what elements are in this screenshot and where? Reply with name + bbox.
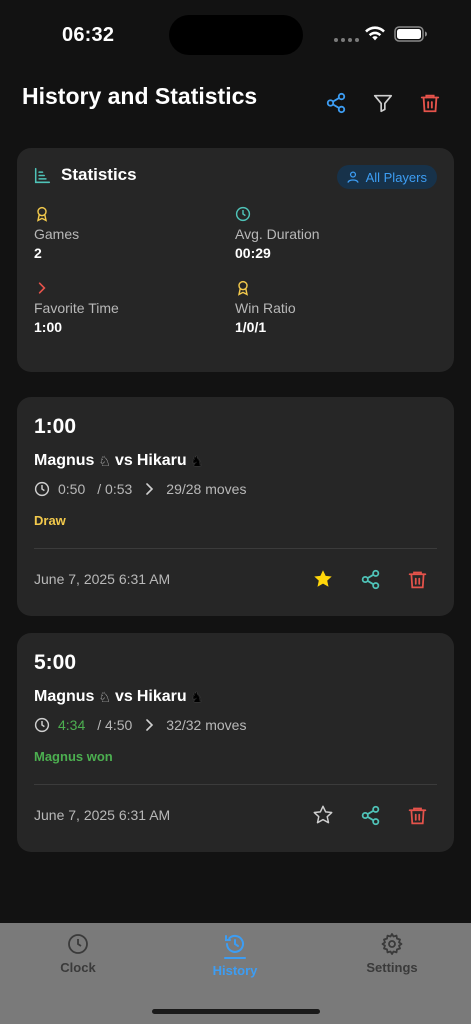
game-time-control: 5:00 — [34, 651, 77, 674]
tab-active-indicator — [224, 957, 246, 959]
white-player-name: Magnus — [34, 452, 95, 469]
versus-label: vs — [115, 452, 133, 469]
chevron-right-icon — [146, 483, 154, 495]
versus-label: vs — [115, 688, 133, 705]
stat-favorite-time-value: 1:00 — [34, 319, 63, 335]
trash-icon — [420, 94, 440, 113]
chart-icon — [34, 167, 51, 183]
person-icon — [347, 171, 359, 183]
game-result: Magnus won — [34, 749, 113, 764]
game-date: June 7, 2025 6:31 AM — [34, 571, 171, 587]
filter-button[interactable] — [368, 88, 398, 118]
stat-win-ratio-label: Win Ratio — [235, 300, 296, 316]
battery-icon — [394, 26, 427, 42]
player-filter-label: All Players — [365, 169, 427, 185]
stat-win-ratio-value: 1/0/1 — [235, 319, 267, 335]
statistics-title: Statistics — [61, 165, 137, 184]
stat-favorite-time: Favorite Time 1:00 — [34, 280, 224, 335]
tab-clock-label: Clock — [60, 960, 96, 975]
chevron-right-icon — [38, 282, 46, 294]
white-remaining-time: 4:34 — [58, 717, 86, 733]
clock-icon — [235, 206, 251, 222]
home-indicator — [152, 1009, 320, 1014]
page-title: History and Statistics — [22, 83, 258, 109]
statistics-card: Statistics All Players Games 2 Avg. Dura… — [17, 148, 454, 372]
clock-icon — [34, 717, 50, 733]
tab-history-label: History — [212, 963, 258, 978]
stat-games: Games 2 — [34, 206, 224, 261]
game-time-control: 1:00 — [34, 415, 77, 438]
tab-settings[interactable]: Settings — [337, 932, 447, 975]
statistics-header: Statistics — [34, 165, 137, 185]
share-history-button[interactable] — [321, 88, 351, 118]
wifi-icon — [365, 26, 385, 41]
share-icon — [361, 805, 379, 825]
stat-favorite-time-label: Favorite Time — [34, 300, 119, 316]
black-knight-icon: ♞ — [190, 688, 204, 705]
history-icon — [225, 934, 244, 953]
status-bar: 06:32 — [0, 0, 471, 70]
game-players: Magnus ♘ vs Hikaru ♞ — [34, 688, 203, 706]
black-player-name: Hikaru — [136, 452, 187, 469]
move-count: 32/32 moves — [166, 717, 247, 733]
game-card[interactable]: 1:00 Magnus ♘ vs Hikaru ♞ 0:50 / 0:53 29… — [17, 397, 454, 616]
delete-all-button[interactable] — [415, 88, 445, 118]
filter-icon — [373, 94, 393, 113]
black-player-name: Hikaru — [136, 688, 187, 705]
cellular-signal-icon — [334, 38, 359, 42]
white-remaining-time: 0:50 — [58, 481, 86, 497]
chevron-right-icon — [146, 719, 154, 731]
tab-clock[interactable]: Clock — [23, 932, 133, 975]
game-meta: 0:50 / 0:53 29/28 moves — [34, 481, 246, 497]
game-card[interactable]: 5:00 Magnus ♘ vs Hikaru ♞ 4:34 / 4:50 32… — [17, 633, 454, 852]
stat-duration: Avg. Duration 00:29 — [235, 206, 425, 261]
white-knight-icon: ♘ — [98, 688, 112, 705]
favorite-button[interactable] — [311, 803, 335, 827]
stat-games-label: Games — [34, 226, 80, 242]
game-result: Draw — [34, 513, 66, 528]
game-date: June 7, 2025 6:31 AM — [34, 807, 171, 823]
black-knight-icon: ♞ — [190, 452, 204, 469]
stat-win-ratio: Win Ratio 1/0/1 — [235, 280, 425, 335]
white-player-name: Magnus — [34, 688, 95, 705]
status-time: 06:32 — [62, 24, 115, 46]
share-icon — [326, 92, 346, 114]
medal-icon — [237, 280, 249, 296]
move-count: 29/28 moves — [166, 481, 247, 497]
stat-duration-value: 00:29 — [235, 245, 271, 261]
gear-icon — [381, 933, 403, 955]
divider — [34, 548, 437, 549]
clock-icon — [68, 934, 88, 954]
white-knight-icon: ♘ — [98, 452, 112, 469]
stat-duration-label: Avg. Duration — [235, 226, 320, 242]
black-remaining-time: / 4:50 — [97, 717, 133, 733]
tab-history[interactable]: History — [180, 932, 290, 978]
clock-icon — [34, 481, 50, 497]
share-game-button[interactable] — [358, 803, 382, 827]
share-game-button[interactable] — [358, 567, 382, 591]
medal-icon — [36, 206, 48, 222]
delete-game-button[interactable] — [405, 803, 429, 827]
trash-icon — [408, 571, 426, 588]
delete-game-button[interactable] — [405, 567, 429, 591]
star-outline-icon — [313, 805, 333, 824]
share-icon — [361, 569, 379, 589]
dynamic-island — [169, 15, 303, 55]
trash-icon — [408, 807, 426, 824]
tab-settings-label: Settings — [366, 960, 418, 975]
game-meta: 4:34 / 4:50 32/32 moves — [34, 717, 246, 733]
favorite-button[interactable] — [311, 567, 335, 591]
player-filter-button[interactable]: All Players — [336, 165, 437, 189]
star-filled-icon — [314, 570, 332, 587]
black-remaining-time: / 0:53 — [97, 481, 133, 497]
stat-games-value: 2 — [34, 245, 42, 261]
game-players: Magnus ♘ vs Hikaru ♞ — [34, 452, 203, 470]
divider — [34, 784, 437, 785]
